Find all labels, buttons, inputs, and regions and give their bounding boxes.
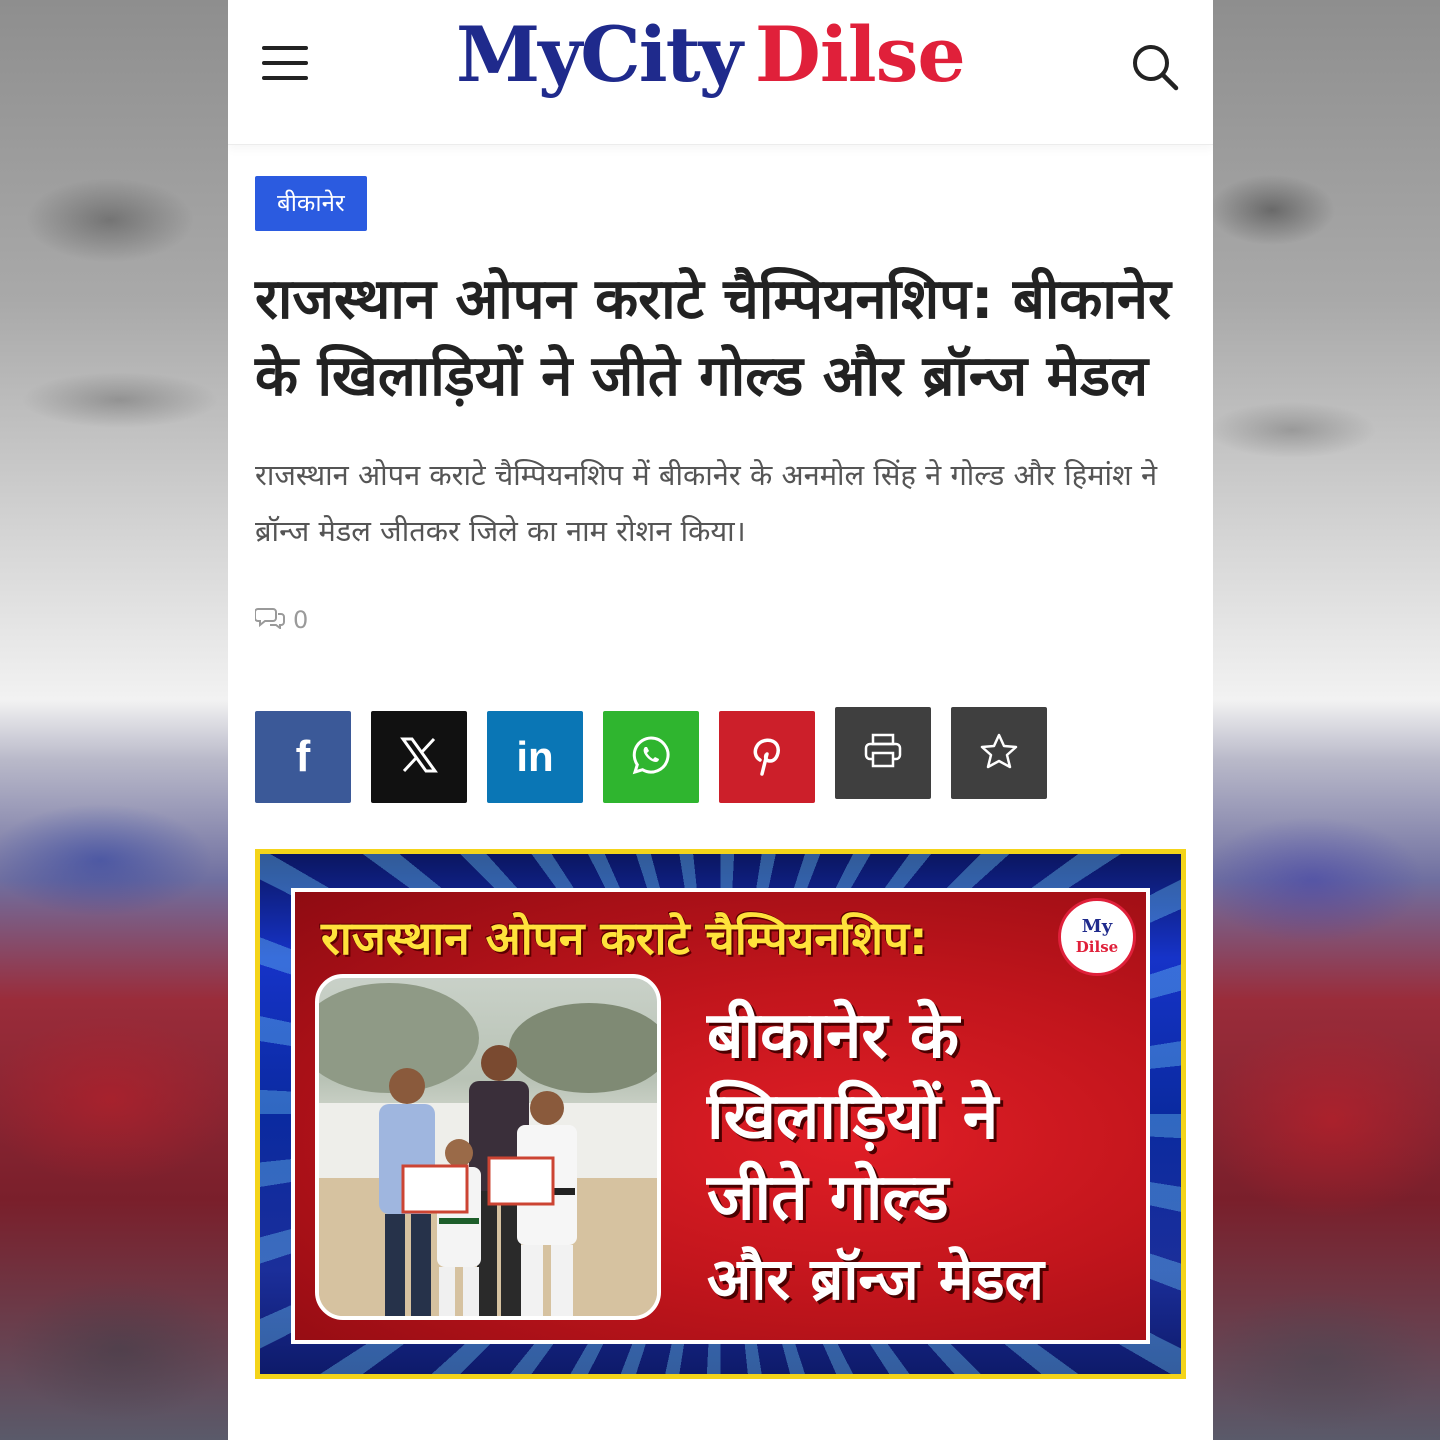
article-content: बीकानेर राजस्थान ओपन कराटे चैम्पियनशिप: … bbox=[228, 145, 1213, 1379]
badge-text-dilse: Dilse bbox=[1075, 938, 1119, 956]
whatsapp-icon bbox=[631, 735, 671, 779]
background-blur-right bbox=[1212, 0, 1440, 1440]
share-linkedin-button[interactable]: in bbox=[487, 711, 583, 803]
banner-line-3: जीते गोल्ड bbox=[707, 1161, 949, 1235]
star-icon bbox=[979, 732, 1019, 774]
banner-logo-badge: My Dilse bbox=[1058, 898, 1136, 976]
share-facebook-button[interactable]: f bbox=[255, 711, 351, 803]
share-pinterest-button[interactable] bbox=[719, 711, 815, 803]
banner-main-text: बीकानेर के खिलाड़ियों ने जीते गोल्ड और ब… bbox=[707, 996, 1127, 1320]
bookmark-button[interactable] bbox=[951, 707, 1047, 799]
banner-line-2: खिलाड़ियों ने bbox=[707, 1080, 999, 1154]
comment-count: 0 bbox=[293, 606, 309, 634]
category-badge[interactable]: बीकानेर bbox=[255, 176, 367, 231]
share-whatsapp-button[interactable] bbox=[603, 711, 699, 803]
x-icon bbox=[400, 737, 438, 777]
banner-panel: राजस्थान ओपन कराटे चैम्पियनशिप: My Dilse bbox=[291, 888, 1150, 1344]
linkedin-icon: in bbox=[516, 733, 554, 780]
logo-dilse: Dilse bbox=[754, 10, 966, 99]
comments-icon bbox=[254, 605, 287, 635]
share-x-button[interactable] bbox=[371, 711, 467, 803]
article-page: MyCity Dilse बीकानेर राजस्थान ओपन कराटे … bbox=[228, 0, 1213, 1440]
article-title: राजस्थान ओपन कराटे चैम्पियनशिप: बीकानेर … bbox=[255, 267, 1171, 409]
printer-icon bbox=[863, 733, 903, 773]
banner-headline: राजस्थान ओपन कराटे चैम्पियनशिप: bbox=[321, 911, 928, 965]
search-icon[interactable] bbox=[1130, 42, 1180, 92]
article-excerpt: राजस्थान ओपन कराटे चैम्पियनशिप में बीकान… bbox=[255, 458, 1158, 548]
pinterest-icon bbox=[750, 734, 784, 780]
site-logo[interactable]: MyCity Dilse bbox=[456, 10, 966, 120]
team-photo bbox=[315, 974, 661, 1320]
site-header: MyCity Dilse bbox=[228, 0, 1213, 145]
menu-icon[interactable] bbox=[262, 44, 308, 82]
facebook-icon: f bbox=[295, 732, 311, 781]
comment-count-link[interactable]: 0 bbox=[254, 605, 1186, 635]
featured-image: राजस्थान ओपन कराटे चैम्पियनशिप: My Dilse bbox=[255, 849, 1186, 1379]
banner-line-1: बीकानेर के bbox=[707, 999, 959, 1073]
banner-line-4: और ब्रॉन्ज मेडल bbox=[707, 1245, 1044, 1313]
share-bar: f in bbox=[255, 707, 1186, 807]
badge-text-my: My bbox=[1081, 916, 1113, 937]
logo-mycity: MyCity bbox=[456, 10, 743, 99]
print-button[interactable] bbox=[835, 707, 931, 799]
background-blur-left bbox=[0, 0, 228, 1440]
